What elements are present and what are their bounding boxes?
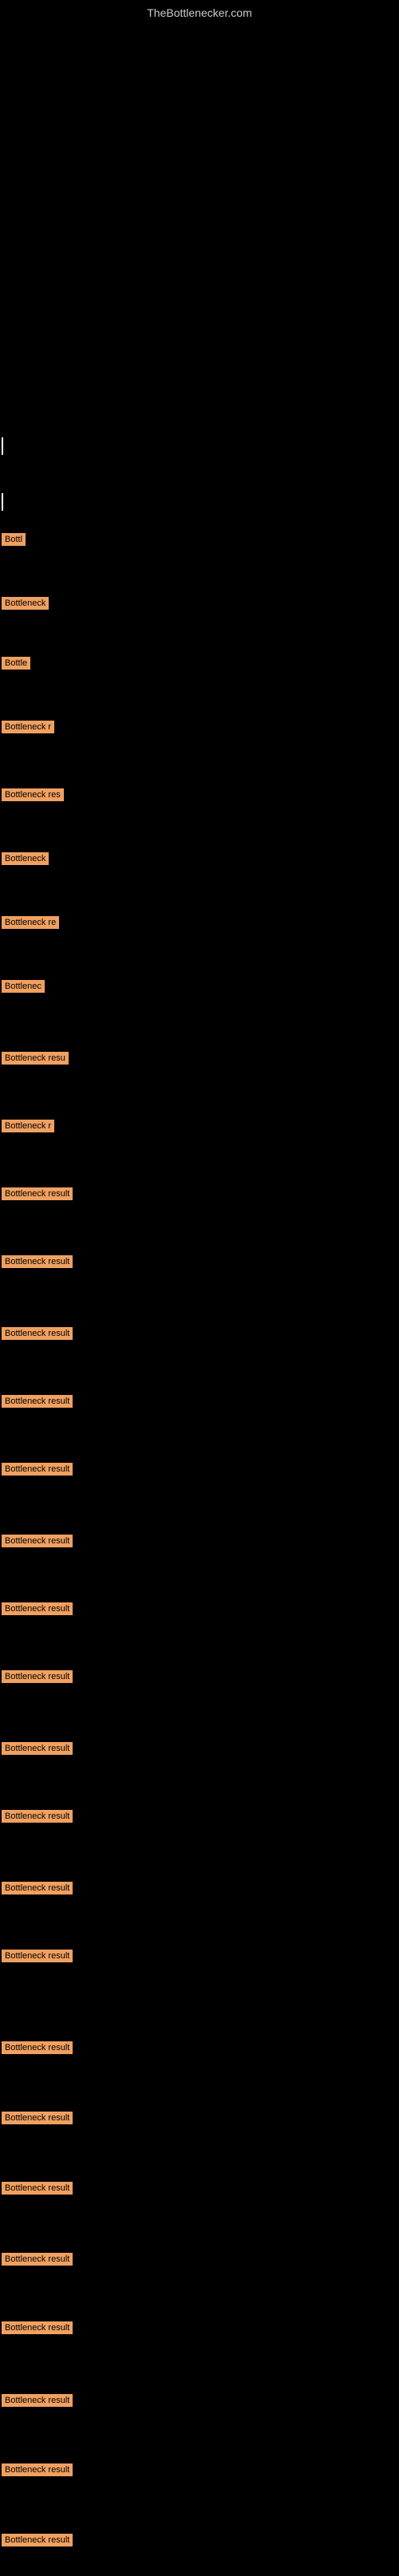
result-label-13: Bottleneck result: [2, 1327, 73, 1340]
result-label-14: Bottleneck result: [2, 1395, 73, 1408]
result-label-15: Bottleneck result: [2, 1463, 73, 1476]
result-label-18: Bottleneck result: [2, 1670, 73, 1683]
result-label-10: Bottleneck r: [2, 1120, 54, 1132]
result-label-22: Bottleneck result: [2, 1950, 73, 1962]
result-label-8: Bottlenec: [2, 980, 45, 993]
result-label-30: Bottleneck result: [2, 2534, 73, 2546]
result-label-3: Bottle: [2, 657, 30, 670]
result-label-19: Bottleneck result: [2, 1742, 73, 1755]
result-label-7: Bottleneck re: [2, 916, 59, 929]
result-label-1: Bottl: [2, 533, 26, 546]
result-label-4: Bottleneck r: [2, 721, 54, 733]
result-label-12: Bottleneck result: [2, 1255, 73, 1268]
cursor-line-1: [2, 437, 3, 455]
result-label-27: Bottleneck result: [2, 2321, 73, 2334]
result-label-20: Bottleneck result: [2, 1810, 73, 1823]
result-label-16: Bottleneck result: [2, 1535, 73, 1547]
result-label-28: Bottleneck result: [2, 2394, 73, 2407]
result-label-25: Bottleneck result: [2, 2182, 73, 2195]
result-label-24: Bottleneck result: [2, 2112, 73, 2124]
result-label-21: Bottleneck result: [2, 1882, 73, 1894]
result-label-2: Bottleneck: [2, 597, 49, 610]
site-title: TheBottlenecker.com: [0, 0, 399, 22]
main-content: Bottl Bottleneck Bottle Bottleneck r Bot…: [0, 22, 399, 2576]
result-label-11: Bottleneck result: [2, 1187, 73, 1200]
result-label-17: Bottleneck result: [2, 1602, 73, 1615]
result-label-9: Bottleneck resu: [2, 1052, 69, 1065]
result-label-5: Bottleneck res: [2, 788, 64, 801]
result-label-6: Bottleneck: [2, 852, 49, 865]
result-label-26: Bottleneck result: [2, 2253, 73, 2266]
result-label-29: Bottleneck result: [2, 2463, 73, 2476]
result-label-23: Bottleneck result: [2, 2041, 73, 2054]
cursor-line-2: [2, 493, 3, 511]
